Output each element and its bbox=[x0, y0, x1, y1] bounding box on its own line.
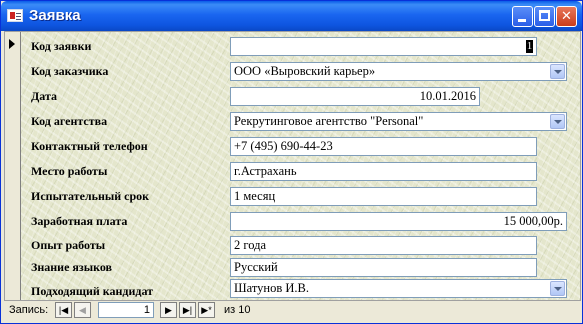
probation-field[interactable]: 1 месяц bbox=[230, 187, 537, 206]
salary-field[interactable]: 15 000,00р. bbox=[230, 212, 567, 231]
workplace-value: г.Астрахань bbox=[234, 164, 297, 178]
current-record-arrow-icon bbox=[9, 39, 15, 49]
request-id-field[interactable]: 1 bbox=[230, 37, 537, 56]
next-record-icon: ▶ bbox=[165, 305, 172, 315]
label-languages: Знание языков bbox=[31, 260, 113, 274]
contact-phone-value: +7 (495) 690-44-23 bbox=[234, 139, 333, 153]
date-value: 10.01.2016 bbox=[419, 89, 476, 103]
title-bar[interactable]: Заявка ✕ bbox=[1, 1, 582, 31]
experience-value: 2 года bbox=[234, 238, 266, 252]
maximize-icon bbox=[539, 10, 550, 21]
label-contact-phone: Контактный телефон bbox=[31, 139, 148, 153]
label-request-id: Код заявки bbox=[31, 39, 92, 53]
probation-value: 1 месяц bbox=[234, 189, 276, 203]
label-workplace: Место работы bbox=[31, 164, 108, 178]
request-id-value: 1 bbox=[526, 39, 533, 53]
new-record-icon: ▶* bbox=[201, 305, 212, 315]
record-selector[interactable] bbox=[5, 32, 21, 300]
close-icon: ✕ bbox=[561, 9, 572, 24]
dropdown-arrow-icon[interactable] bbox=[550, 64, 565, 79]
customer-value: ООО «Выровский карьер» bbox=[234, 64, 376, 78]
form-body: Код заявки 1 Код заказчика ООО «Выровски… bbox=[4, 31, 581, 301]
previous-record-button[interactable]: ◀ bbox=[74, 302, 91, 318]
label-probation: Испытательный срок bbox=[31, 189, 150, 203]
record-label: Запись: bbox=[9, 304, 49, 316]
form-detail-section: Код заявки 1 Код заказчика ООО «Выровски… bbox=[21, 32, 580, 300]
record-navigation-bar: Запись: |◀ ◀ 1 ▶ ▶| ▶* из 10 bbox=[4, 301, 579, 321]
label-date: Дата bbox=[31, 89, 57, 103]
salary-value: 15 000,00р. bbox=[503, 214, 563, 228]
record-count: из 10 bbox=[224, 304, 251, 316]
record-number-input[interactable]: 1 bbox=[98, 302, 154, 318]
workplace-field[interactable]: г.Астрахань bbox=[230, 162, 537, 181]
last-record-button[interactable]: ▶| bbox=[179, 302, 196, 318]
dropdown-arrow-icon[interactable] bbox=[550, 281, 565, 296]
label-experience: Опыт работы bbox=[31, 238, 106, 252]
first-record-icon: |◀ bbox=[58, 305, 69, 315]
candidate-value: Шатунов И.В. bbox=[234, 281, 309, 295]
last-record-icon: ▶| bbox=[182, 305, 193, 315]
customer-combo[interactable]: ООО «Выровский карьер» bbox=[230, 62, 567, 81]
previous-record-icon: ◀ bbox=[79, 305, 86, 315]
agency-value: Рекрутинговое агентство "Personal" bbox=[234, 114, 424, 128]
dropdown-arrow-icon[interactable] bbox=[550, 114, 565, 129]
label-salary: Заработная плата bbox=[31, 214, 128, 228]
window-title: Заявка bbox=[29, 7, 81, 24]
label-candidate: Подходящий кандидат bbox=[31, 284, 154, 298]
close-button[interactable]: ✕ bbox=[556, 6, 577, 27]
first-record-button[interactable]: |◀ bbox=[55, 302, 72, 318]
form-icon bbox=[7, 9, 23, 22]
languages-value: Русский bbox=[234, 260, 278, 274]
date-field[interactable]: 10.01.2016 bbox=[230, 87, 480, 106]
candidate-combo[interactable]: Шатунов И.В. bbox=[230, 279, 567, 298]
form-window: Заявка ✕ Код заявки 1 Код заказчика ООО … bbox=[0, 0, 583, 324]
contact-phone-field[interactable]: +7 (495) 690-44-23 bbox=[230, 137, 537, 156]
maximize-button[interactable] bbox=[534, 6, 555, 27]
agency-combo[interactable]: Рекрутинговое агентство "Personal" bbox=[230, 112, 567, 131]
label-customer-id: Код заказчика bbox=[31, 64, 109, 78]
languages-field[interactable]: Русский bbox=[230, 258, 537, 277]
minimize-icon bbox=[518, 19, 526, 22]
experience-field[interactable]: 2 года bbox=[230, 236, 537, 255]
new-record-button[interactable]: ▶* bbox=[198, 302, 215, 318]
minimize-button[interactable] bbox=[512, 6, 533, 27]
label-agency-id: Код агентства bbox=[31, 114, 108, 128]
next-record-button[interactable]: ▶ bbox=[160, 302, 177, 318]
